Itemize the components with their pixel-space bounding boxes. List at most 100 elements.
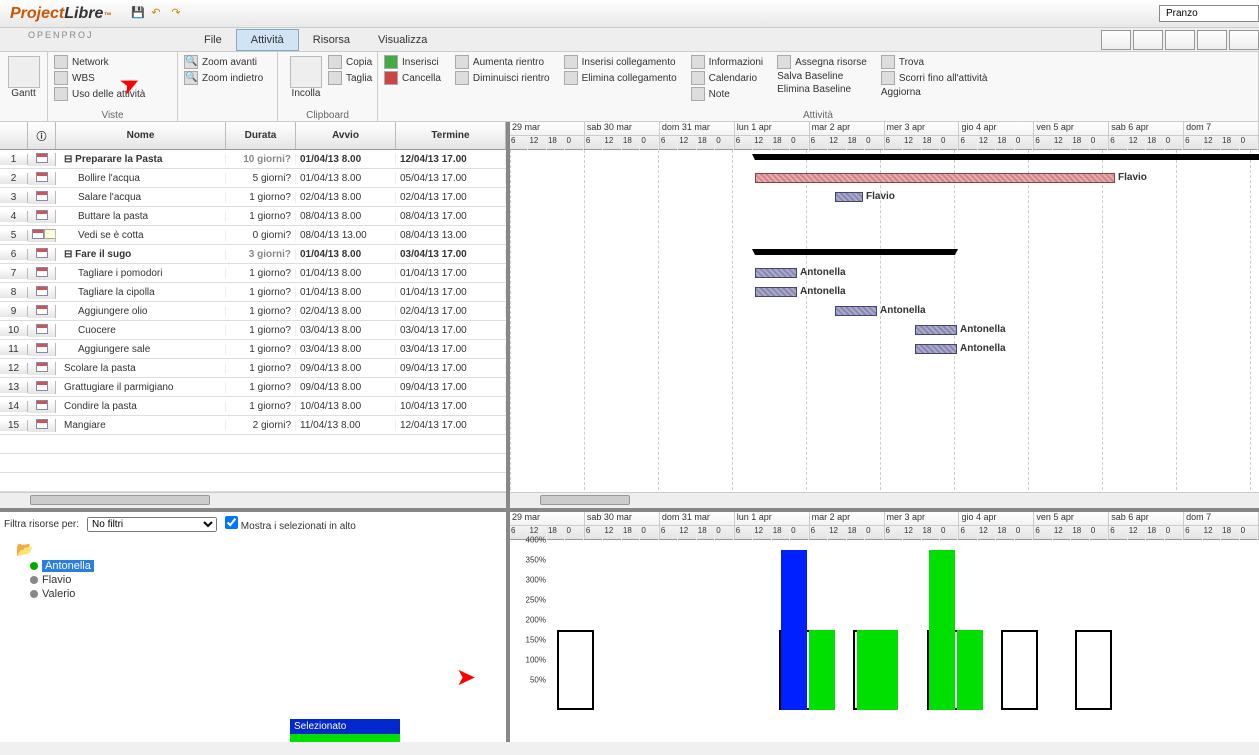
elimina-collegamento-button[interactable]: Elimina collegamento: [564, 70, 677, 86]
outdent-icon: [455, 71, 469, 85]
trova-button[interactable]: Trova: [881, 54, 988, 70]
hist-bar: [857, 630, 898, 710]
resource-flavio[interactable]: Flavio: [30, 573, 502, 587]
hist-yaxis: 400%350%300%250%200%150%100%50%: [510, 540, 550, 710]
grid-hscroll[interactable]: [0, 492, 506, 508]
resource-valerio[interactable]: Valerio: [30, 587, 502, 601]
undo-icon[interactable]: ↶: [151, 6, 167, 22]
salva-baseline-button[interactable]: Salva Baseline: [777, 70, 867, 83]
col-durata[interactable]: Durata: [226, 122, 296, 149]
copia-button[interactable]: Copia: [328, 54, 372, 70]
menu-risorsa[interactable]: Risorsa: [299, 30, 364, 50]
task-row[interactable]: 13Grattugiare il parmigiano1 giorno?09/0…: [0, 378, 506, 397]
diminuisci-rientro-button[interactable]: Diminuisci rientro: [455, 70, 550, 86]
aumenta-rientro-button[interactable]: Aumenta rientro: [455, 54, 550, 70]
col-rownum[interactable]: [0, 122, 28, 149]
network-button[interactable]: Network: [54, 54, 171, 70]
menu-attivita[interactable]: Attività: [236, 29, 299, 51]
gantt-hscroll[interactable]: [510, 492, 1259, 508]
task-row[interactable]: 7Tagliare i pomodori1 giorno?01/04/13 8.…: [0, 264, 506, 283]
gantt-body[interactable]: FlavioFlavioAntonellaAntonellaAntonellaA…: [510, 150, 1259, 490]
note-button[interactable]: Note: [691, 86, 763, 102]
gantt-bar[interactable]: Flavio: [755, 173, 1115, 183]
col-nome[interactable]: Nome: [56, 122, 226, 149]
gantt-bar[interactable]: Antonella: [835, 306, 877, 316]
inserisci-button[interactable]: Inserisci: [384, 54, 441, 70]
bar-label: Antonella: [796, 267, 846, 278]
task-row[interactable]: 5Vedi se è cotta0 giorni?08/04/13 13.000…: [0, 226, 506, 245]
gantt-bar[interactable]: Antonella: [915, 344, 957, 354]
scorri-button[interactable]: Scorri fino all'attività: [881, 70, 988, 86]
gantt-bar[interactable]: [755, 154, 1259, 160]
calendario-button[interactable]: Calendario: [691, 70, 763, 86]
task-row[interactable]: 12Scolare la pasta1 giorno?09/04/13 8.00…: [0, 359, 506, 378]
elimina-baseline-button[interactable]: Elimina Baseline: [777, 83, 867, 96]
bar-label: Antonella: [956, 343, 1006, 354]
bottom-split: Filtra risorse per: No filtri Mostra i s…: [0, 512, 1259, 742]
task-row[interactable]: 1⊟ Preparare la Pasta10 giorni?01/04/13 …: [0, 150, 506, 169]
task-row[interactable]: 3Salare l'acqua1 giorno?02/04/13 8.0002/…: [0, 188, 506, 207]
cancella-button[interactable]: Cancella: [384, 70, 441, 86]
zoom-in-icon: 🔍: [184, 55, 198, 69]
project-name-field[interactable]: [1159, 5, 1259, 22]
gantt-bar[interactable]: [755, 249, 955, 255]
assegna-risorse-button[interactable]: Assegna risorse: [777, 54, 867, 70]
task-row[interactable]: 6⊟ Fare il sugo3 giorni?01/04/13 8.0003/…: [0, 245, 506, 264]
resource-antonella[interactable]: Antonella: [30, 559, 502, 573]
task-row[interactable]: 8Tagliare la cipolla1 giorno?01/04/13 8.…: [0, 283, 506, 302]
group-viste-title: Viste: [48, 110, 177, 121]
aggiorna-button[interactable]: Aggiorna: [881, 86, 988, 99]
gantt-bar[interactable]: Flavio: [835, 192, 863, 202]
gantt-timescale: 29 mar612180sab 30 mar612180dom 31 mar61…: [510, 122, 1259, 150]
histogram-panel[interactable]: 29 mar612180sab 30 mar612180dom 31 mar61…: [510, 512, 1259, 742]
view-btn-4[interactable]: [1197, 30, 1227, 50]
task-row[interactable]: 11Aggiungere sale1 giorno?03/04/13 8.000…: [0, 340, 506, 359]
uso-button[interactable]: Uso delle attività: [54, 86, 171, 102]
filter-select[interactable]: No filtri: [87, 517, 217, 532]
outline-toggle[interactable]: ⊟: [64, 154, 72, 165]
gantt-bar[interactable]: Antonella: [915, 325, 957, 335]
link-icon: [564, 55, 578, 69]
ribbon: Gantt Network WBS Uso delle attività Vis…: [0, 52, 1259, 122]
gantt-bar[interactable]: Antonella: [755, 287, 797, 297]
unlink-icon: [564, 71, 578, 85]
bar-label: Antonella: [956, 324, 1006, 335]
outline-toggle[interactable]: ⊟: [64, 249, 72, 260]
tree-root[interactable]: 📂: [14, 540, 502, 559]
resource-tree[interactable]: 📂 Antonella Flavio Valerio: [14, 540, 502, 601]
task-row[interactable]: 10Cuocere1 giorno?03/04/13 8.0003/04/13 …: [0, 321, 506, 340]
view-btn-2[interactable]: [1133, 30, 1163, 50]
grid-body[interactable]: 1⊟ Preparare la Pasta10 giorni?01/04/13 …: [0, 150, 506, 492]
calendar-icon: [36, 153, 48, 163]
view-btn-3[interactable]: [1165, 30, 1195, 50]
calendar-icon: [36, 381, 48, 391]
inserisci-collegamento-button[interactable]: Inserisi collegamento: [564, 54, 677, 70]
assign-icon: [777, 55, 791, 69]
cut-icon: [328, 71, 342, 85]
group-clipboard-title: Clipboard: [278, 110, 377, 121]
task-row[interactable]: 4Buttare la pasta1 giorno?08/04/13 8.000…: [0, 207, 506, 226]
redo-icon[interactable]: ↷: [171, 6, 187, 22]
filter-label: Filtra risorse per:: [4, 519, 79, 530]
gantt-button[interactable]: Gantt: [6, 54, 41, 101]
save-icon[interactable]: 💾: [131, 6, 147, 22]
gantt-bar[interactable]: Antonella: [755, 268, 797, 278]
wbs-button[interactable]: WBS: [54, 70, 171, 86]
task-row[interactable]: 14Condire la pasta1 giorno?10/04/13 8.00…: [0, 397, 506, 416]
view-btn-5[interactable]: [1229, 30, 1259, 50]
col-termine[interactable]: Termine: [396, 122, 506, 149]
task-row[interactable]: 2Bollire l'acqua5 giorni?01/04/13 8.0005…: [0, 169, 506, 188]
menu-file[interactable]: File: [190, 30, 236, 50]
task-row[interactable]: 15Mangiare2 giorni?11/04/13 8.0012/04/13…: [0, 416, 506, 435]
zoom-in-button[interactable]: 🔍Zoom avanti: [184, 54, 271, 70]
col-avvio[interactable]: Avvio: [296, 122, 396, 149]
informazioni-button[interactable]: Informazioni: [691, 54, 763, 70]
view-btn-1[interactable]: [1101, 30, 1131, 50]
taglia-button[interactable]: Taglia: [328, 70, 372, 86]
gantt-chart[interactable]: 29 mar612180sab 30 mar612180dom 31 mar61…: [510, 122, 1259, 508]
menu-visualizza[interactable]: Visualizza: [364, 30, 441, 50]
task-row[interactable]: 9Aggiungere olio1 giorno?02/04/13 8.0002…: [0, 302, 506, 321]
zoom-out-button[interactable]: 🔍Zoom indietro: [184, 70, 271, 86]
col-indicator[interactable]: ⓘ: [28, 122, 56, 149]
show-selected-check[interactable]: Mostra i selezionati in alto: [225, 516, 356, 532]
